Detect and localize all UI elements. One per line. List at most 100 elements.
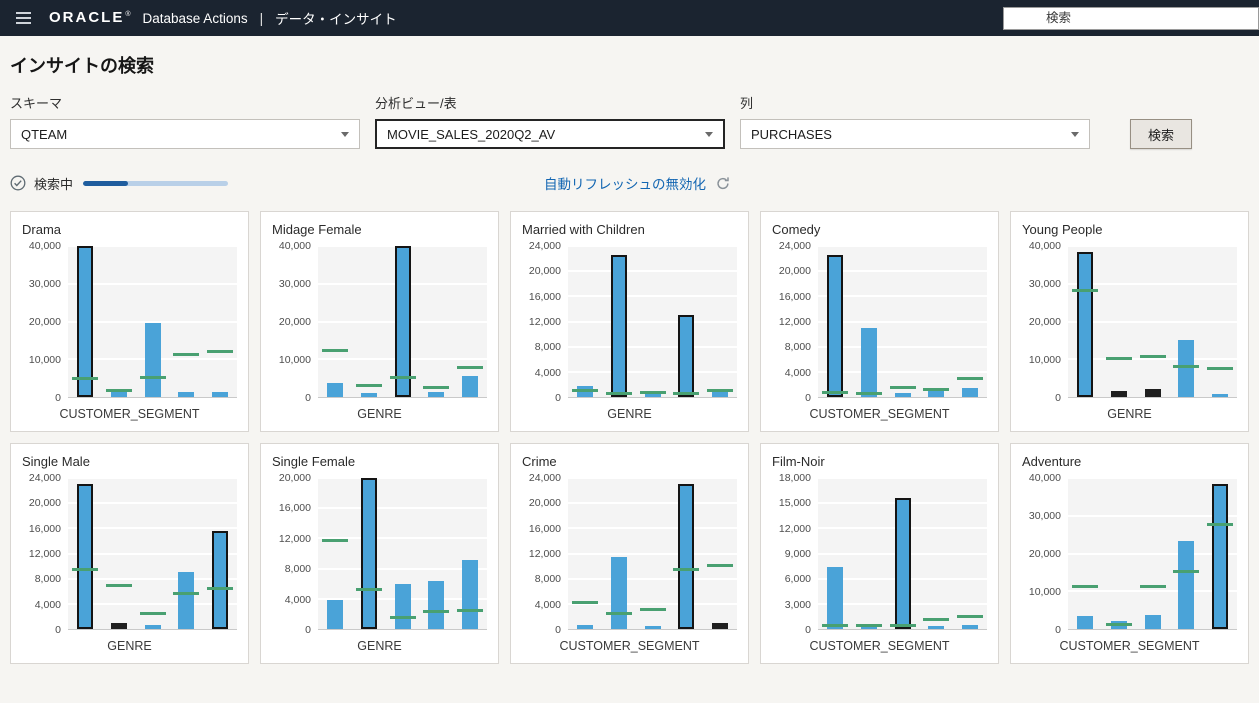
search-input[interactable]	[1003, 6, 1259, 30]
chart-title: Adventure	[1022, 454, 1082, 469]
gridline	[68, 502, 237, 505]
gridline	[68, 245, 237, 247]
charts-grid: Drama 0 10,000 20,000 30,000 40,000 CUSTOMER_S…	[0, 209, 1259, 672]
chart-card[interactable]: Drama 0 10,000 20,000 30,000 40,000 CUSTOMER_S…	[10, 211, 249, 432]
expected-value-marker	[1139, 355, 1166, 359]
chart-body: 0 4,000 8,000 12,000 16,000 20,000 24,000	[772, 240, 987, 404]
expected-value-marker	[139, 611, 166, 615]
gridline	[1068, 282, 1237, 285]
gridline	[568, 345, 737, 348]
expected-value-marker	[855, 624, 882, 628]
gridline	[68, 477, 237, 479]
bar	[1212, 484, 1229, 629]
bar	[576, 625, 593, 629]
y-tick-label: 8,000	[784, 341, 811, 354]
analytic-view-filter: 分析ビュー/表 MOVIE_SALES_2020Q2_AV	[375, 93, 725, 149]
bar	[962, 387, 979, 397]
chart-title: Comedy	[772, 222, 821, 237]
chart-card[interactable]: Single Female 0 4,000 8,000 12,000 16,000 20,0…	[260, 443, 499, 664]
chart-body: 0 4,000 8,000 12,000 16,000 20,000 24,000	[22, 472, 237, 636]
analytic-view-label: 分析ビュー/表	[375, 96, 457, 111]
y-tick-label: 20,000	[28, 316, 61, 328]
expected-value-marker	[889, 623, 916, 627]
y-tick-label: 16,000	[528, 290, 561, 303]
gridline	[68, 320, 237, 323]
y-tick-label: 12,000	[278, 532, 311, 545]
y-tick-label: 20,000	[278, 316, 311, 328]
bar	[394, 584, 411, 629]
chart-title: Married with Children	[522, 222, 645, 237]
chart-x-label: GENRE	[357, 639, 402, 653]
y-tick-label: 40,000	[1028, 240, 1061, 252]
y-tick-label: 24,000	[528, 240, 561, 252]
refresh-icon[interactable]	[715, 176, 730, 191]
y-tick-label: 0	[55, 624, 61, 636]
y-tick-label: 20,000	[1028, 316, 1061, 328]
bar	[428, 392, 445, 397]
y-tick-label: 12,000	[528, 548, 561, 560]
bar	[110, 623, 127, 629]
chart-card[interactable]: Midage Female 0 10,000 20,000 30,000 40,000 GE…	[260, 211, 499, 432]
column-label: 列	[740, 96, 754, 111]
y-tick-label: 30,000	[1028, 510, 1061, 522]
chart-card[interactable]: Young People 0 10,000 20,000 30,000 40,000 GEN…	[1010, 211, 1249, 432]
expected-value-marker	[321, 348, 348, 352]
chart-card[interactable]: Married with Children 0 4,000 8,000 12,000 16…	[510, 211, 749, 432]
gridline	[568, 370, 737, 373]
gridline	[568, 320, 737, 323]
chart-title: Single Male	[22, 454, 90, 469]
chart-card[interactable]: Crime 0 4,000 8,000 12,000 16,000 20,000 24,000…	[510, 443, 749, 664]
y-tick-label: 0	[55, 392, 61, 404]
chart-card[interactable]: Adventure 0 10,000 20,000 30,000 40,000 CUSTOM…	[1010, 443, 1249, 664]
y-tick-label: 40,000	[28, 240, 61, 252]
gridline	[818, 345, 987, 348]
hamburger-menu-icon[interactable]	[10, 8, 37, 28]
expected-value-marker	[457, 365, 484, 369]
chart-title: Single Female	[272, 454, 356, 469]
expected-value-marker	[1105, 357, 1132, 361]
bar	[462, 375, 479, 397]
bar	[894, 498, 911, 629]
y-tick-label: 16,000	[778, 290, 811, 303]
column-select[interactable]: PURCHASES	[740, 119, 1090, 149]
plot-area	[318, 245, 487, 398]
y-tick-label: 0	[1055, 392, 1061, 404]
chart-body: 0 3,000 6,000 9,000 12,000 15,000 18,000	[772, 472, 987, 636]
chart-card[interactable]: Film-Noir 0 3,000 6,000 9,000 12,000 15,000 18,…	[760, 443, 999, 664]
expected-value-marker	[673, 391, 700, 395]
chevron-down-icon	[705, 131, 713, 137]
y-tick-label: 0	[305, 392, 311, 404]
y-tick-label: 40,000	[1028, 472, 1061, 484]
bar	[76, 483, 93, 629]
y-tick-label: 3,000	[784, 598, 811, 611]
chart-x-label: GENRE	[107, 639, 152, 653]
schema-select-value: QTEAM	[21, 126, 68, 142]
column-select-value: PURCHASES	[751, 126, 832, 142]
chart-x-label: CUSTOMER_SEGMENT	[559, 639, 700, 653]
expected-value-marker	[1207, 523, 1234, 527]
expected-value-marker	[1207, 366, 1234, 370]
chart-card[interactable]: Comedy 0 4,000 8,000 12,000 16,000 20,000 24,00…	[760, 211, 999, 432]
search-button[interactable]: 検索	[1130, 119, 1193, 149]
y-tick-label: 0	[1055, 624, 1061, 636]
schema-select[interactable]: QTEAM	[10, 119, 360, 149]
expected-value-marker	[639, 608, 666, 612]
bar	[1212, 393, 1229, 397]
column-filter: 列 PURCHASES	[740, 93, 1090, 149]
plot-area	[818, 477, 987, 630]
y-tick-label: 8,000	[34, 573, 61, 586]
chart-card[interactable]: Single Male 0 4,000 8,000 12,000 16,000 20,000…	[10, 443, 249, 664]
expected-value-marker	[821, 624, 848, 628]
expected-value-marker	[105, 584, 132, 588]
y-tick-label: 24,000	[778, 240, 811, 252]
bar	[860, 327, 877, 397]
top-bar: ORACLE® Database Actions | データ・インサイト	[0, 0, 1259, 36]
chart-body: 0 4,000 8,000 12,000 16,000 20,000 24,000	[522, 472, 737, 636]
plot-area	[318, 477, 487, 630]
y-axis: 0 10,000 20,000 30,000 40,000	[272, 240, 318, 404]
disable-auto-refresh-link[interactable]: 自動リフレッシュの無効化	[544, 173, 706, 193]
expected-value-marker	[423, 385, 450, 389]
y-tick-label: 4,000	[34, 598, 61, 611]
analytic-view-select[interactable]: MOVIE_SALES_2020Q2_AV	[375, 119, 725, 149]
gridline	[68, 527, 237, 530]
